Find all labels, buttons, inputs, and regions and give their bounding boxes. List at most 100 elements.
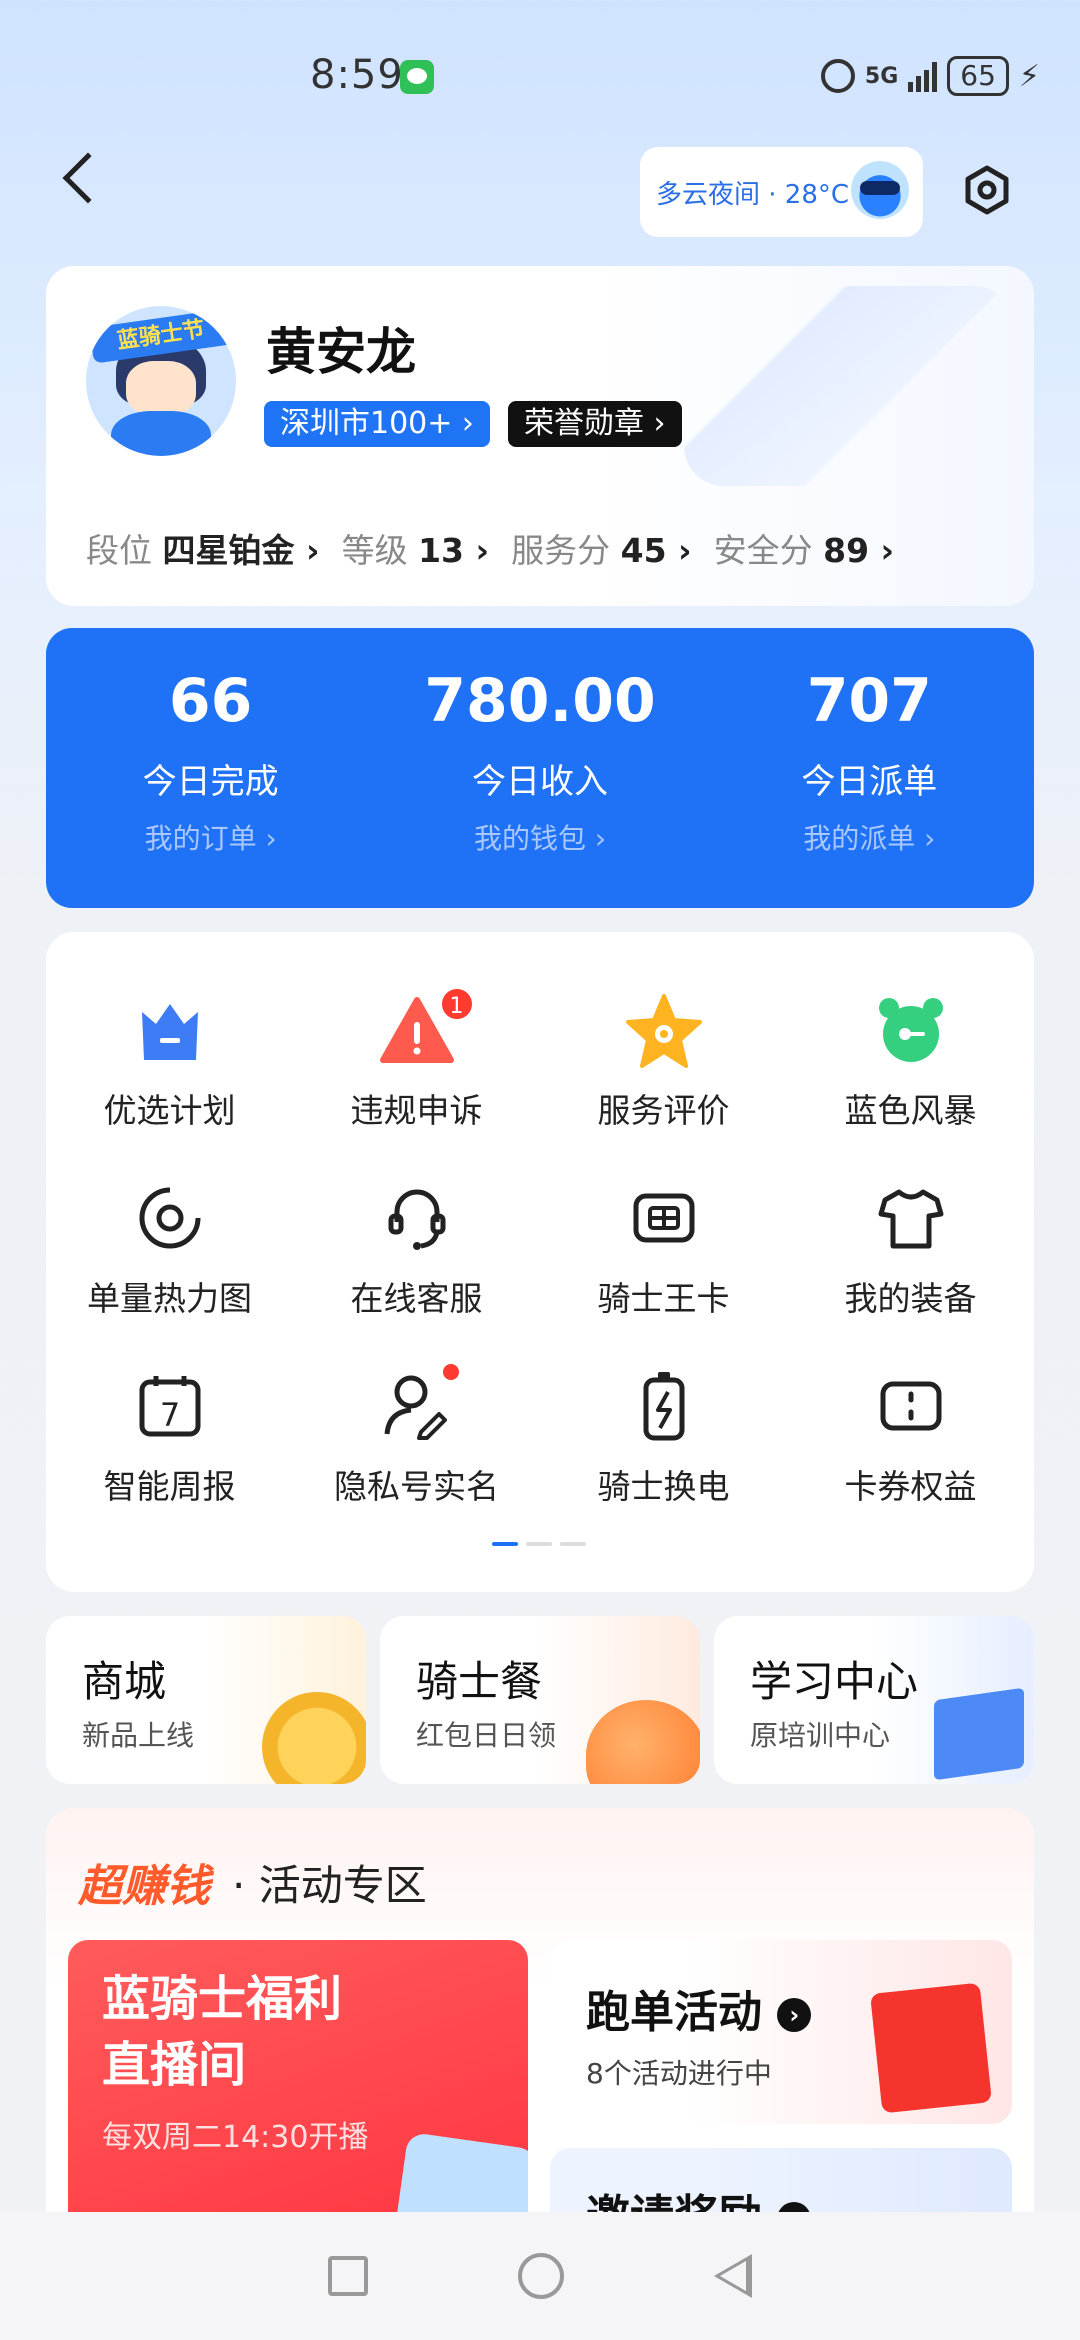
tile-learning-center[interactable]: 学习中心 原培训中心	[714, 1616, 1034, 1784]
dispatch-label: 今日派单	[801, 762, 938, 802]
signal-icon	[908, 60, 938, 92]
grid-item-heatmap[interactable]: 单量热力图	[46, 1178, 293, 1320]
city-badge[interactable]: 深圳市100+ ›	[264, 401, 490, 447]
grid-item-privacy-verify[interactable]: 隐私号实名	[293, 1364, 540, 1508]
alarm-clock-icon	[878, 998, 943, 1062]
robot-mascot-icon	[851, 161, 909, 219]
user-edit-icon	[384, 1375, 447, 1440]
alarm-icon	[820, 59, 855, 93]
red-envelope-icon	[870, 1982, 992, 2114]
crown-icon	[141, 1004, 198, 1060]
back-icon[interactable]	[62, 152, 114, 204]
grid-item-blue-storm[interactable]: 蓝色风暴	[787, 990, 1034, 1132]
activity-title: · 活动专区	[232, 1861, 427, 1910]
grid-label: 骑士换电	[597, 1467, 730, 1506]
battery-level: 65	[947, 56, 1009, 96]
status-time: 8:59	[310, 52, 404, 98]
star-icon	[625, 994, 702, 1068]
recents-button[interactable]	[328, 2256, 368, 2296]
summary-dispatch[interactable]: 707 今日派单 我的派单 ›	[705, 628, 1034, 908]
avatar[interactable]: 蓝骑士节	[86, 306, 236, 456]
tile-title: 商城	[82, 1657, 167, 1706]
activity-hot-label: 超赚钱	[78, 1861, 210, 1912]
grid-item-violation-appeal[interactable]: 1 违规申诉	[293, 986, 540, 1132]
stat-rank[interactable]: 段位 四星铂金 ›	[86, 524, 320, 572]
grid-label: 骑士王卡	[597, 1279, 730, 1318]
target-icon	[139, 1186, 201, 1249]
rider-stats: 段位 四星铂金 › 等级 13 › 服务分 45 › 安全分 89 ›	[86, 524, 894, 572]
grid-label: 智能周报	[103, 1467, 236, 1506]
grid-label: 违规申诉	[350, 1091, 483, 1130]
tshirt-icon	[878, 1189, 943, 1249]
grid-label: 隐私号实名	[334, 1467, 499, 1506]
network-type: 5G	[864, 63, 899, 89]
grid-item-service-rating[interactable]: 服务评价	[540, 990, 787, 1132]
settings-icon[interactable]	[962, 165, 1012, 215]
dispatch-count: 707	[806, 666, 932, 736]
system-nav-bar	[0, 2212, 1080, 2340]
my-orders-link[interactable]: 我的订单 ›	[46, 817, 375, 857]
tile-subtitle: 原培训中心	[750, 1719, 891, 1752]
grid-label: 我的装备	[844, 1279, 977, 1318]
grid-label: 单量热力图	[87, 1279, 252, 1318]
function-grid-card: 优选计划 1 违规申诉 服务评价 蓝色风暴 单量热力图 在线客服 骑士王卡 我的…	[46, 932, 1034, 1592]
tile-subtitle: 新品上线	[82, 1719, 195, 1752]
grid-item-my-gear[interactable]: 我的装备	[787, 1178, 1034, 1320]
status-icons: 5G 65 ⚡	[820, 56, 1040, 96]
grid-item-premium-plan[interactable]: 优选计划	[46, 990, 293, 1132]
live-title: 蓝骑士福利 直播间	[102, 1971, 343, 2093]
completed-count: 66	[168, 666, 253, 736]
rider-name: 黄安龙	[266, 323, 416, 381]
my-wallet-link[interactable]: 我的钱包 ›	[375, 817, 704, 857]
tile-subtitle: 红包日日领	[416, 1719, 557, 1752]
honor-badge[interactable]: 荣誉勋章 ›	[508, 401, 682, 447]
stat-safety-score[interactable]: 安全分 89 ›	[714, 524, 895, 572]
svg-text:7: 7	[159, 1396, 179, 1434]
grid-item-online-support[interactable]: 在线客服	[293, 1178, 540, 1320]
decorative-wing	[684, 286, 1014, 486]
grid-label: 服务评价	[597, 1091, 730, 1130]
grid-item-rider-card[interactable]: 骑士王卡	[540, 1178, 787, 1320]
weather-text: 多云夜间 · 28°C	[656, 179, 850, 210]
page-indicator	[492, 1542, 586, 1546]
coin-icon	[262, 1692, 366, 1784]
back-button[interactable]	[714, 2254, 752, 2298]
calendar-icon: 7	[139, 1376, 200, 1437]
run-activity-card[interactable]: 跑单活动 › 8个活动进行中	[550, 1940, 1012, 2124]
stat-level[interactable]: 等级 13 ›	[342, 524, 490, 572]
summary-completed[interactable]: 66 今日完成 我的订单 ›	[46, 628, 375, 908]
battery-swap-icon	[643, 1372, 684, 1441]
income-label: 今日收入	[471, 762, 608, 802]
grid-item-battery-swap[interactable]: 骑士换电	[540, 1366, 787, 1508]
grid-label: 蓝色风暴	[844, 1091, 977, 1130]
grid-label: 卡券权益	[844, 1467, 977, 1506]
completed-label: 今日完成	[142, 762, 279, 802]
unread-badge: 1	[438, 986, 475, 1022]
stat-service-score[interactable]: 服务分 45 ›	[511, 524, 692, 572]
live-schedule: 每双周二14:30开播	[102, 2120, 369, 2155]
grid-label: 在线客服	[350, 1279, 483, 1318]
grid-label: 优选计划	[103, 1091, 236, 1130]
headset-icon	[388, 1189, 445, 1250]
run-activity-title: 跑单活动 ›	[586, 1976, 812, 2040]
profile-card[interactable]: 蓝骑士节 黄安龙 深圳市100+ › 荣誉勋章 › 段位 四星铂金 › 等级 1…	[46, 266, 1034, 606]
summary-income[interactable]: 780.00 今日收入 我的钱包 ›	[375, 628, 704, 908]
charging-icon: ⚡	[1018, 58, 1040, 94]
chicken-icon	[586, 1700, 700, 1784]
income-amount: 780.00	[424, 666, 656, 736]
my-dispatch-link[interactable]: 我的派单 ›	[705, 817, 1034, 857]
grid-item-weekly-report[interactable]: 7 智能周报	[46, 1366, 293, 1508]
weather-widget[interactable]: 多云夜间 · 28°C	[640, 147, 923, 237]
run-activity-sub: 8个活动进行中	[586, 2057, 772, 2090]
grid-item-coupons[interactable]: 卡券权益	[787, 1366, 1034, 1508]
tile-rider-meal[interactable]: 骑士餐 红包日日领	[380, 1616, 700, 1784]
book-icon	[934, 1687, 1024, 1781]
tile-mall[interactable]: 商城 新品上线	[46, 1616, 366, 1784]
daily-summary-panel: 66 今日完成 我的订单 › 780.00 今日收入 我的钱包 › 707 今日…	[46, 628, 1034, 908]
coupon-icon	[880, 1381, 941, 1431]
arrow-right-icon: ›	[777, 1998, 812, 2032]
new-dot	[442, 1364, 459, 1380]
tile-title: 骑士餐	[416, 1657, 543, 1706]
tile-title: 学习中心	[750, 1657, 919, 1706]
home-button[interactable]	[518, 2253, 564, 2299]
